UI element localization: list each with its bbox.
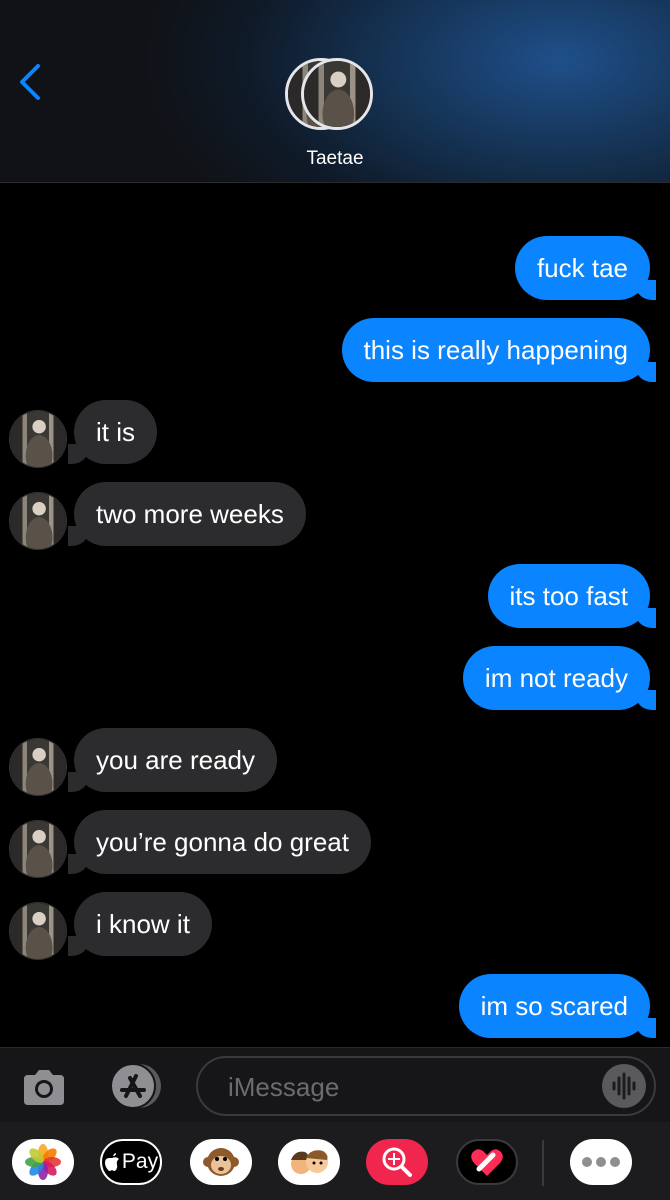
- message-row: its too fast: [0, 564, 670, 630]
- waveform-icon: [612, 1072, 636, 1100]
- outgoing-message-bubble[interactable]: im not ready: [462, 646, 657, 710]
- sender-avatar[interactable]: [9, 902, 67, 960]
- digital-touch-icon: [471, 1149, 503, 1176]
- photos-app-button[interactable]: [12, 1139, 74, 1185]
- contact-name[interactable]: Taetae: [0, 148, 670, 170]
- message-row: i know it: [0, 892, 670, 960]
- imessage-input[interactable]: [226, 1058, 590, 1116]
- app-bar-divider: [542, 1140, 544, 1186]
- message-row: it is: [0, 400, 670, 468]
- outgoing-message-bubble[interactable]: its too fast: [487, 564, 656, 628]
- more-apps-button[interactable]: [570, 1139, 632, 1185]
- incoming-message-bubble[interactable]: i know it: [68, 892, 212, 956]
- contact-avatar[interactable]: [285, 58, 373, 130]
- outgoing-message-bubble[interactable]: fuck tae: [514, 236, 657, 300]
- outgoing-message-bubble[interactable]: im so scared: [458, 974, 657, 1038]
- avatar: [301, 58, 373, 130]
- message-row: im not ready: [0, 646, 670, 712]
- message-row: im so scared: [0, 974, 670, 1040]
- message-row: this is really happening: [0, 318, 670, 384]
- incoming-message-bubble[interactable]: it is: [68, 400, 157, 464]
- memoji-stickers-button[interactable]: [278, 1139, 340, 1185]
- sender-avatar[interactable]: [9, 410, 67, 468]
- sender-avatar[interactable]: [9, 820, 67, 878]
- apple-pay-icon: Pay: [104, 1150, 158, 1174]
- photos-icon: [25, 1144, 61, 1180]
- message-row: fuck tae: [0, 236, 670, 302]
- monkey-memoji-icon: [203, 1148, 239, 1176]
- more-icon: [582, 1157, 620, 1167]
- sender-avatar[interactable]: [9, 492, 67, 550]
- imessage-app-drawer: Pay: [0, 1122, 670, 1200]
- memoji-stickers-icon: [291, 1150, 328, 1174]
- camera-icon: [24, 1070, 64, 1105]
- message-row: you are ready: [0, 728, 670, 796]
- message-row: two more weeks: [0, 482, 670, 550]
- search-images-button[interactable]: [366, 1139, 428, 1185]
- back-button[interactable]: [12, 58, 52, 106]
- message-row: you’re gonna do great: [0, 810, 670, 878]
- outgoing-message-bubble[interactable]: this is really happening: [341, 318, 656, 382]
- digital-touch-button[interactable]: [456, 1139, 518, 1185]
- camera-button[interactable]: [20, 1067, 68, 1107]
- search-images-icon: [382, 1147, 412, 1177]
- audio-message-button[interactable]: [602, 1064, 646, 1108]
- apple-pay-label: Pay: [121, 1150, 159, 1173]
- conversation-header: Taetae: [0, 0, 670, 183]
- message-thread: fuck tae this is really happening it is …: [0, 182, 670, 1048]
- apple-pay-button[interactable]: Pay: [100, 1139, 162, 1185]
- animoji-button[interactable]: [190, 1139, 252, 1185]
- sender-avatar[interactable]: [9, 738, 67, 796]
- incoming-message-bubble[interactable]: you’re gonna do great: [68, 810, 371, 874]
- app-store-button[interactable]: [104, 1062, 166, 1110]
- message-input-field[interactable]: [196, 1056, 656, 1116]
- message-composer: [0, 1047, 670, 1123]
- chevron-left-icon: [20, 64, 40, 100]
- incoming-message-bubble[interactable]: two more weeks: [68, 482, 306, 546]
- incoming-message-bubble[interactable]: you are ready: [68, 728, 277, 792]
- app-store-icon: [110, 1063, 161, 1109]
